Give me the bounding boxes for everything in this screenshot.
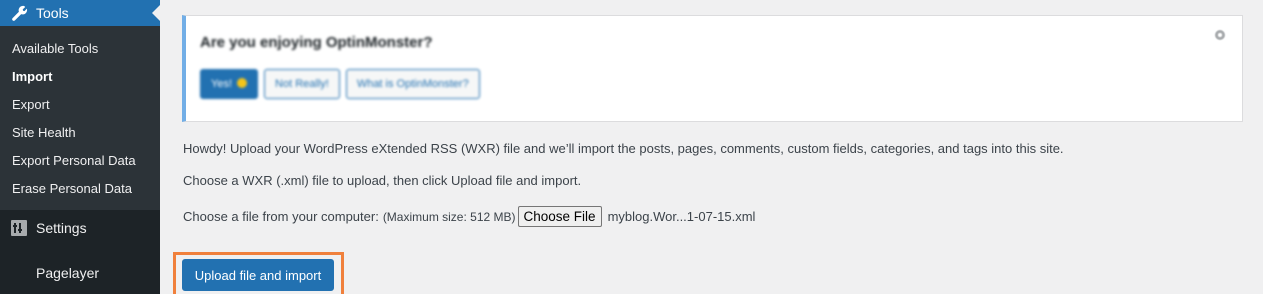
notice-buttons: Yes! Not Really! What is OptinMonster? (200, 69, 480, 99)
import-instruction-text: Choose a WXR (.xml) file to upload, then… (183, 173, 582, 188)
smiley-icon (237, 78, 248, 88)
submenu-item-export-personal-data[interactable]: Export Personal Data (0, 147, 160, 175)
tools-submenu: Available Tools Import Export Site Healt… (0, 26, 160, 210)
notice-yes-label: Yes! (211, 78, 233, 90)
menu-item-pagelayer[interactable]: Pagelayer (0, 256, 160, 290)
optinmonster-notice: Are you enjoying OptinMonster? Yes! Not … (182, 15, 1243, 122)
notice-not-really-button[interactable]: Not Really! (264, 69, 340, 99)
notice-what-is-button[interactable]: What is OptinMonster? (345, 69, 480, 99)
menu-item-settings[interactable]: Settings (0, 211, 160, 245)
menu-item-tools[interactable]: Tools (0, 0, 160, 26)
notice-yes-button[interactable]: Yes! (200, 69, 259, 99)
submenu-item-export[interactable]: Export (0, 91, 160, 119)
submenu-item-available-tools[interactable]: Available Tools (0, 35, 160, 63)
admin-sidebar: Tools Available Tools Import Export Site… (0, 0, 160, 294)
wrench-icon (9, 3, 29, 23)
current-menu-arrow (152, 5, 160, 21)
submenu-item-import[interactable]: Import (0, 63, 160, 91)
menu-item-pagelayer-label: Pagelayer (36, 265, 100, 281)
choose-file-button[interactable]: Choose File (517, 206, 602, 227)
selected-file-name: myblog.Wor...1-07-15.xml (607, 209, 756, 224)
import-intro-text: Howdy! Upload your WordPress eXtended RS… (183, 141, 1064, 156)
dismiss-gear-icon[interactable] (1213, 28, 1227, 47)
menu-item-tools-label: Tools (36, 5, 69, 21)
menu-item-settings-label: Settings (36, 220, 87, 236)
file-chooser-row: Choose a file from your computer: (Maxim… (183, 206, 755, 227)
notice-content: Are you enjoying OptinMonster? Yes! Not … (200, 34, 480, 99)
pagelayer-icon (9, 263, 29, 283)
submenu-item-site-health[interactable]: Site Health (0, 119, 160, 147)
settings-sliders-icon (9, 218, 29, 238)
submenu-item-erase-personal-data[interactable]: Erase Personal Data (0, 175, 160, 203)
choose-file-label: Choose a file from your computer: (183, 209, 379, 224)
upload-file-and-import-button[interactable]: Upload file and import (182, 259, 334, 291)
max-size-text: (Maximum size: 512 MB) (382, 209, 516, 224)
notice-title: Are you enjoying OptinMonster? (200, 34, 433, 51)
